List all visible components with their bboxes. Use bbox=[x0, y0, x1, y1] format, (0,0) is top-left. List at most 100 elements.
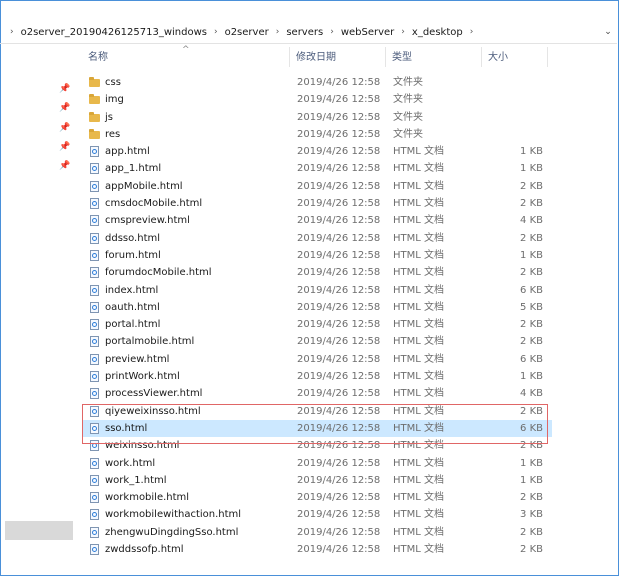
html-file-icon bbox=[88, 489, 100, 506]
chevron-down-icon[interactable]: ⌄ bbox=[601, 23, 615, 41]
file-type: HTML 文档 bbox=[393, 198, 445, 210]
file-row[interactable]: css 2019/4/26 12:58 文件夹 bbox=[82, 74, 552, 91]
file-modified-date: 2019/4/26 12:58 bbox=[297, 301, 381, 313]
folder-icon bbox=[88, 91, 100, 108]
folder-icon bbox=[88, 126, 100, 143]
file-row[interactable]: appMobile.html 2019/4/26 12:58 HTML 文档 2 KB bbox=[82, 178, 552, 195]
html-file-icon bbox=[88, 160, 100, 177]
html-file-icon bbox=[88, 143, 100, 160]
file-row[interactable]: img 2019/4/26 12:58 文件夹 bbox=[82, 91, 552, 108]
file-row[interactable]: portal.html 2019/4/26 12:58 HTML 文档 2 KB bbox=[82, 316, 552, 333]
file-size: 2 KB bbox=[520, 336, 543, 348]
file-type: HTML 文档 bbox=[393, 232, 445, 244]
file-name: js bbox=[105, 111, 113, 123]
pin-icon[interactable]: 📌 bbox=[59, 142, 71, 154]
html-file-icon bbox=[88, 299, 100, 316]
file-modified-date: 2019/4/26 12:58 bbox=[297, 492, 381, 504]
file-row[interactable]: app.html 2019/4/26 12:58 HTML 文档 1 KB bbox=[82, 143, 552, 160]
sort-up-icon: ^ bbox=[182, 45, 190, 55]
file-type: 文件夹 bbox=[393, 94, 423, 106]
file-name: work_1.html bbox=[105, 474, 167, 486]
file-type: HTML 文档 bbox=[393, 492, 445, 504]
file-row[interactable]: zhengwuDingdingSso.html 2019/4/26 12:58 HT… bbox=[82, 524, 552, 541]
pin-icon[interactable]: 📌 bbox=[59, 103, 71, 115]
file-name: zwddssofp.html bbox=[105, 544, 184, 556]
file-size bbox=[480, 74, 543, 91]
file-type: 文件夹 bbox=[393, 128, 423, 140]
column-header-name[interactable]: ^ 名称 bbox=[82, 44, 290, 70]
file-size bbox=[480, 91, 543, 108]
file-modified-date: 2019/4/26 12:58 bbox=[297, 319, 381, 331]
breadcrumb-segment[interactable]: o2server_20190426125713_windows bbox=[21, 27, 207, 38]
chevron-right-icon: › bbox=[10, 27, 14, 37]
file-row[interactable]: cmspreview.html 2019/4/26 12:58 HTML 文档 4 K… bbox=[82, 212, 552, 229]
file-size: 3 KB bbox=[520, 509, 543, 521]
file-name: preview.html bbox=[105, 353, 170, 365]
file-row[interactable]: workmobilewithaction.html 2019/4/26 12:58… bbox=[82, 506, 552, 523]
html-file-icon bbox=[88, 282, 100, 299]
file-row[interactable]: printWork.html 2019/4/26 12:58 HTML 文档 1 KB bbox=[82, 368, 552, 385]
file-name: ddsso.html bbox=[105, 232, 161, 244]
html-file-icon bbox=[88, 333, 100, 350]
file-size: 2 KB bbox=[520, 267, 543, 279]
column-header-type[interactable]: 类型 bbox=[386, 44, 482, 70]
file-row[interactable]: js 2019/4/26 12:58 文件夹 bbox=[82, 109, 552, 126]
chevron-right-icon: › bbox=[401, 27, 405, 37]
nav-item-selected[interactable] bbox=[5, 521, 73, 540]
html-file-icon bbox=[88, 385, 100, 402]
file-size bbox=[480, 109, 543, 126]
file-row[interactable]: work_1.html 2019/4/26 12:58 HTML 文档 1 KB bbox=[82, 472, 552, 489]
file-row[interactable]: res 2019/4/26 12:58 文件夹 bbox=[82, 126, 552, 143]
file-row[interactable]: work.html 2019/4/26 12:58 HTML 文档 1 KB bbox=[82, 455, 552, 472]
breadcrumb-segment[interactable]: webServer bbox=[341, 27, 394, 38]
file-row[interactable]: processViewer.html 2019/4/26 12:58 HTML 文档… bbox=[82, 385, 552, 402]
html-file-icon bbox=[88, 230, 100, 247]
file-modified-date: 2019/4/26 12:58 bbox=[297, 353, 381, 365]
file-size bbox=[480, 126, 543, 143]
file-name: res bbox=[105, 128, 121, 140]
file-type: HTML 文档 bbox=[393, 267, 445, 279]
file-name: appMobile.html bbox=[105, 180, 183, 192]
file-row[interactable]: zwddssofp.html 2019/4/26 12:58 HTML 文档 2 KB bbox=[82, 541, 552, 558]
file-row[interactable]: index.html 2019/4/26 12:58 HTML 文档 6 KB bbox=[82, 282, 552, 299]
pin-icon[interactable]: 📌 bbox=[59, 84, 71, 96]
file-row[interactable]: ddsso.html 2019/4/26 12:58 HTML 文档 2 KB bbox=[82, 230, 552, 247]
file-row[interactable]: cmsdocMobile.html 2019/4/26 12:58 HTML 文档 2… bbox=[82, 195, 552, 212]
file-name: oauth.html bbox=[105, 301, 160, 313]
file-row[interactable]: forum.html 2019/4/26 12:58 HTML 文档 1 KB bbox=[82, 247, 552, 264]
chevron-right-icon: › bbox=[213, 27, 218, 37]
html-file-icon bbox=[88, 524, 100, 541]
breadcrumb-segment[interactable]: x_desktop bbox=[412, 27, 463, 38]
file-type: HTML 文档 bbox=[393, 215, 445, 227]
file-row[interactable]: oauth.html 2019/4/26 12:58 HTML 文档 5 KB bbox=[82, 299, 552, 316]
file-modified-date: 2019/4/26 12:58 bbox=[297, 526, 381, 538]
file-name: forumdocMobile.html bbox=[105, 267, 212, 279]
html-file-icon bbox=[88, 351, 100, 368]
file-row[interactable]: workmobile.html 2019/4/26 12:58 HTML 文档 2 K… bbox=[82, 489, 552, 506]
html-file-icon bbox=[88, 178, 100, 195]
pin-icon[interactable]: 📌 bbox=[59, 123, 71, 135]
folder-icon bbox=[88, 74, 100, 91]
highlight-annotation bbox=[82, 404, 548, 444]
file-modified-date: 2019/4/26 12:58 bbox=[297, 128, 381, 140]
file-row[interactable]: forumdocMobile.html 2019/4/26 12:58 HTML 文… bbox=[82, 264, 552, 281]
column-header-size[interactable]: 大小 bbox=[482, 44, 548, 70]
file-size: 6 KB bbox=[520, 284, 543, 296]
column-header-date[interactable]: 修改日期 bbox=[290, 44, 386, 70]
file-row[interactable]: preview.html 2019/4/26 12:58 HTML 文档 6 KB bbox=[82, 351, 552, 368]
breadcrumb-segment[interactable]: o2server bbox=[225, 27, 269, 38]
file-name: workmobilewithaction.html bbox=[105, 509, 242, 521]
file-name: app_1.html bbox=[105, 163, 162, 175]
file-name: cmsdocMobile.html bbox=[105, 198, 203, 210]
html-file-icon bbox=[88, 212, 100, 229]
file-modified-date: 2019/4/26 12:58 bbox=[297, 77, 381, 88]
file-list: css 2019/4/26 12:58 文件夹 img 2019/4/26 12:58 文… bbox=[82, 74, 552, 558]
pin-icon[interactable]: 📌 bbox=[59, 161, 71, 173]
file-size: 1 KB bbox=[520, 457, 543, 469]
file-row[interactable]: app_1.html 2019/4/26 12:58 HTML 文档 1 KB bbox=[82, 160, 552, 177]
file-name: portalmobile.html bbox=[105, 336, 195, 348]
breadcrumb[interactable]: › o2server_20190426125713_windows › o2se… bbox=[3, 22, 617, 42]
breadcrumb-segment[interactable]: servers bbox=[286, 27, 323, 38]
file-row[interactable]: portalmobile.html 2019/4/26 12:58 HTML 文档 2… bbox=[82, 333, 552, 350]
chevron-right-icon: › bbox=[330, 27, 334, 37]
